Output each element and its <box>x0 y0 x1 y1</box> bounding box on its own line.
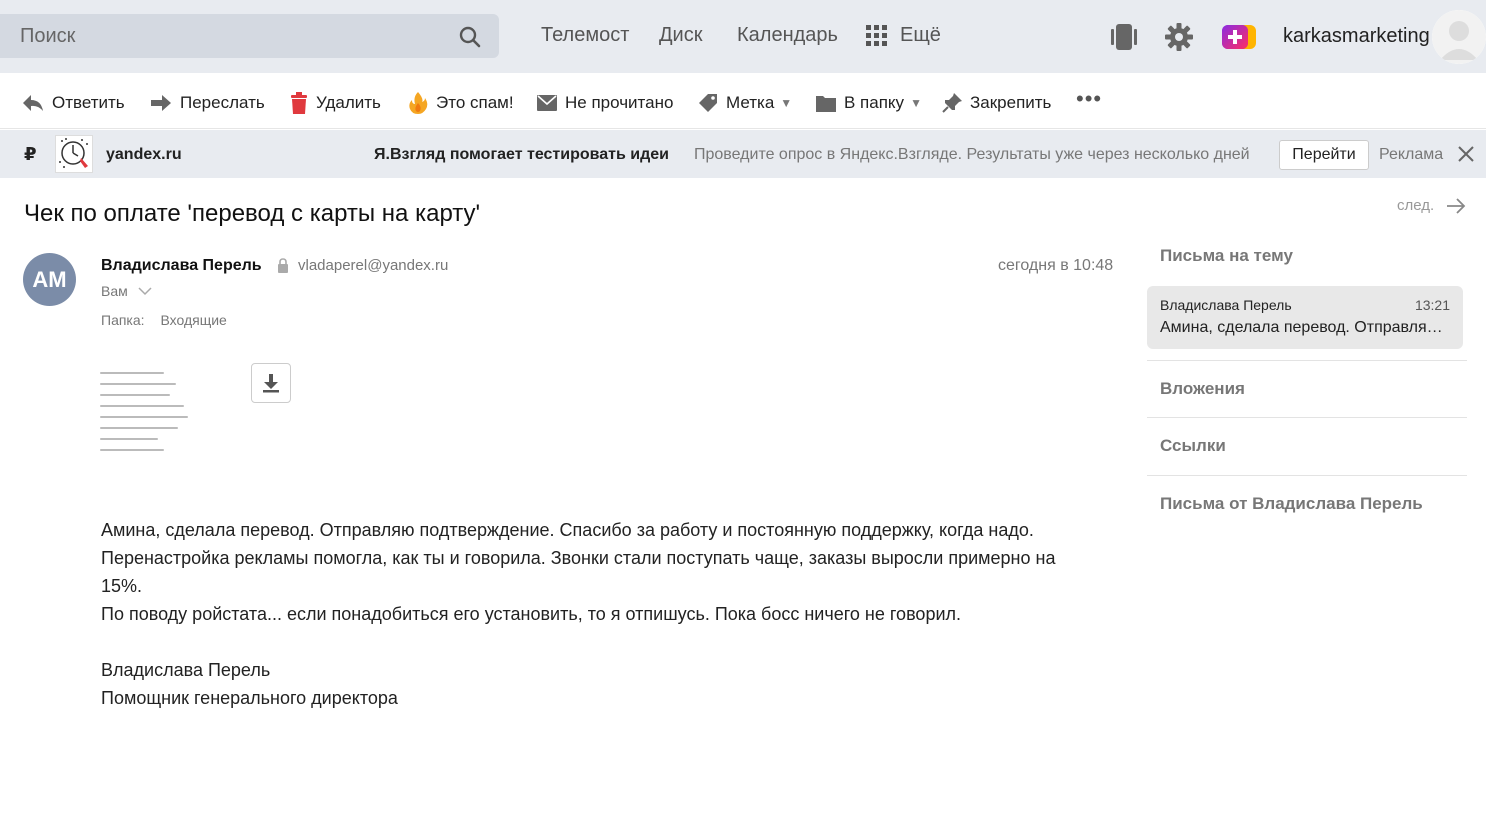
thread-item-preview: Амина, сделала перевод. Отправляю подтве… <box>1160 319 1450 336</box>
sender-avatar[interactable]: АМ <box>23 253 76 306</box>
attachment-thumbnail[interactable] <box>100 362 200 457</box>
label-label: Метка <box>726 93 775 112</box>
ad-go-button[interactable]: Перейти <box>1279 140 1369 170</box>
nav-more[interactable]: Ещё <box>866 24 941 47</box>
move-to-folder-button[interactable]: В папку ▼ <box>816 92 922 114</box>
ad-domain[interactable]: yandex.ru <box>106 146 182 164</box>
ad-label: Реклама <box>1379 146 1444 163</box>
sidebar-from-sender[interactable]: Письма от Владислава Перель <box>1160 494 1423 514</box>
ad-logo-image <box>59 138 88 168</box>
pin-button[interactable]: Закрепить <box>942 92 1051 114</box>
label-button[interactable]: Метка ▼ <box>698 92 792 114</box>
folder-label: Папка: <box>101 312 145 328</box>
thread-item-sender: Владислава Перель <box>1160 297 1292 313</box>
sender-email[interactable]: vladaperel@yandex.ru <box>298 257 448 274</box>
signature-title: Помощник генерального директора <box>101 688 398 708</box>
body-paragraph: По поводу ройстата... если понадобиться … <box>101 604 962 624</box>
sidebar-links[interactable]: Ссылки <box>1160 436 1226 456</box>
divider <box>1147 475 1467 476</box>
nav-more-label: Ещё <box>900 24 941 46</box>
sender-name[interactable]: Владислава Перель <box>101 257 262 275</box>
trash-icon <box>291 92 307 114</box>
forward-label: Переслать <box>180 93 265 112</box>
forward-icon <box>151 95 171 111</box>
message-date: сегодня в 10:48 <box>998 257 1114 274</box>
download-icon <box>263 374 279 393</box>
body-paragraph: Перенастройка рекламы помогла, как ты и … <box>101 548 1056 596</box>
spam-button[interactable]: Это спам! <box>408 92 514 114</box>
mark-unread-label: Не прочитано <box>565 93 674 112</box>
tag-icon <box>699 94 717 112</box>
phone-icon[interactable] <box>1110 22 1138 52</box>
spam-label: Это спам! <box>436 93 514 112</box>
ad-title[interactable]: Я.Взгляд помогает тестировать идеи <box>374 146 669 164</box>
user-avatar[interactable] <box>1432 10 1486 64</box>
folder-info: Папка: Входящие <box>101 312 227 328</box>
top-header: Телемост Диск Календарь Ещё <box>0 0 1486 73</box>
close-icon[interactable] <box>1457 145 1475 163</box>
message-toolbar: Ответить Переслать Удалить Это спам! Не … <box>0 73 1486 129</box>
download-button[interactable] <box>251 363 291 403</box>
nav-telemost[interactable]: Телемост <box>541 24 629 47</box>
more-actions-button[interactable]: ••• <box>1076 86 1103 111</box>
plus-subscription-icon[interactable] <box>1221 24 1257 50</box>
envelope-icon <box>537 95 557 111</box>
recipients-toggle[interactable]: Вам <box>101 283 152 299</box>
search-input[interactable] <box>0 14 440 58</box>
ad-banner: ₽ yandex.ru Я.Взгляд помогает тестироват… <box>0 130 1486 178</box>
ruble-icon: ₽ <box>24 144 37 164</box>
delete-button[interactable]: Удалить <box>290 92 381 114</box>
message-body: Амина, сделала перевод. Отправляю подтве… <box>101 516 1091 712</box>
apps-grid-icon <box>866 24 888 47</box>
message-subject: Чек по оплате 'перевод с карты на карту' <box>24 200 481 227</box>
arrow-right-icon <box>1447 197 1466 214</box>
ad-logo[interactable] <box>55 135 93 173</box>
divider <box>1147 360 1467 361</box>
search-box <box>0 14 499 58</box>
flame-icon <box>409 92 428 114</box>
folder-value[interactable]: Входящие <box>160 312 226 328</box>
move-to-folder-label: В папку <box>844 93 905 112</box>
gear-icon[interactable] <box>1164 22 1194 52</box>
lock-icon <box>278 258 288 273</box>
delete-label: Удалить <box>316 93 381 112</box>
folder-icon <box>816 96 836 112</box>
chevron-down-icon: ▼ <box>780 96 793 110</box>
chevron-down-icon <box>138 286 152 295</box>
user-silhouette-icon <box>1432 10 1486 64</box>
search-icon[interactable] <box>458 25 482 49</box>
forward-button[interactable]: Переслать <box>150 92 265 114</box>
recipient-label: Вам <box>101 283 128 299</box>
next-message-link[interactable]: след. <box>1397 197 1466 214</box>
divider <box>1147 417 1467 418</box>
next-label: след. <box>1397 197 1435 214</box>
reply-label: Ответить <box>52 93 125 112</box>
chevron-down-icon: ▼ <box>910 96 922 110</box>
pin-label: Закрепить <box>970 93 1052 112</box>
mark-unread-button[interactable]: Не прочитано <box>537 92 673 114</box>
ad-text[interactable]: Проведите опрос в Яндекс.Взгляде. Резуль… <box>694 146 1250 164</box>
username[interactable]: karkasmarketing <box>1283 25 1430 48</box>
thread-item[interactable]: Владислава Перель 13:21 Амина, сделала п… <box>1147 286 1463 349</box>
thread-heading: Письма на тему <box>1160 246 1293 265</box>
more-dots-icon: ••• <box>1076 86 1103 111</box>
nav-disk[interactable]: Диск <box>659 24 702 47</box>
reply-button[interactable]: Ответить <box>22 92 125 114</box>
sidebar-attachments[interactable]: Вложения <box>1160 379 1245 399</box>
pin-icon <box>942 93 962 113</box>
thread-item-time: 13:21 <box>1414 297 1450 313</box>
body-paragraph: Амина, сделала перевод. Отправляю подтве… <box>101 520 1034 540</box>
signature-name: Владислава Перель <box>101 660 271 680</box>
nav-calendar[interactable]: Календарь <box>737 24 838 47</box>
reply-icon <box>23 95 43 111</box>
